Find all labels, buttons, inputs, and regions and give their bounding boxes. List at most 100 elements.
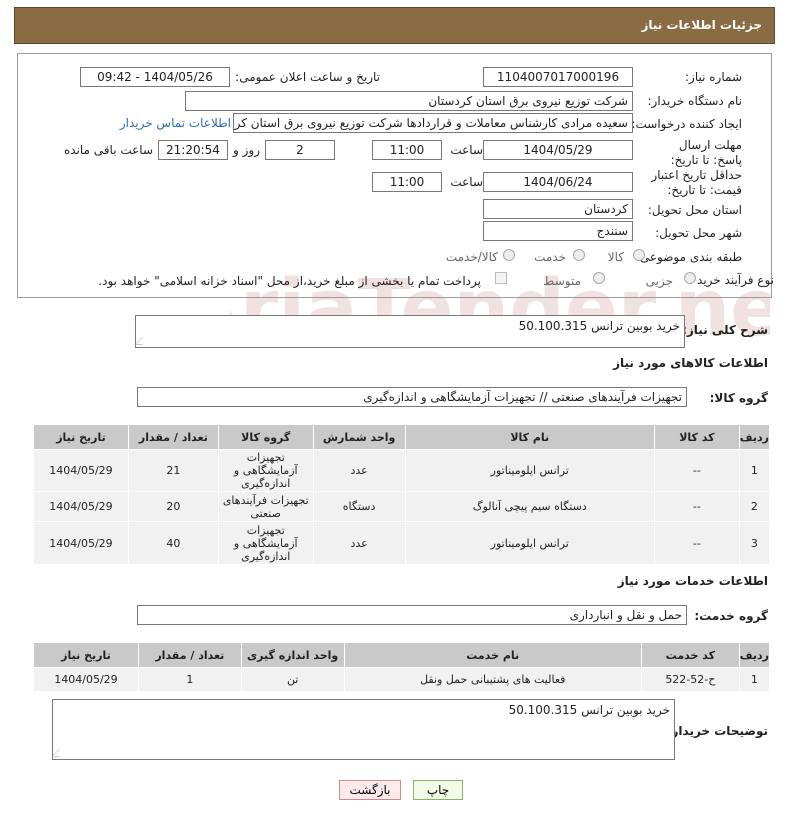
description-textarea: خرید بوبین ترانس 50.100.315 [134, 315, 685, 348]
col-quantity: تعداد / مقدار [137, 642, 242, 668]
category-radio-goods[interactable] [633, 249, 645, 261]
buyer-notes-text: خرید بوبین ترانس 50.100.315 [508, 703, 670, 717]
table-row: 3 -- ترانس ایلومیناتور عدد تجهیزات آزمای… [33, 521, 771, 565]
reply-deadline-label: مهلت ارسال پاسخ: تا تاریخ: [670, 138, 742, 167]
cell-need-date: 1404/05/29 [33, 491, 129, 522]
cell-goods-name: دستگاه سیم پیچی آنالوگ [404, 491, 655, 522]
resize-handle-icon[interactable] [134, 337, 150, 345]
cell-quantity: 40 [127, 521, 219, 565]
cell-unit: عدد [312, 449, 406, 492]
creator-field: سعیده مرادی کارشناس معاملات و قراردادها … [233, 113, 633, 133]
category-option-goods-service: کالا/خدمت [445, 250, 498, 264]
goods-section-title: اطلاعات کالاهای مورد نیاز [613, 356, 768, 370]
goods-table: ردیف کد کالا نام کالا واحد شمارش گروه کا… [33, 424, 771, 565]
category-option-goods: کالا [607, 250, 624, 264]
price-time-field: 11:00 [372, 172, 442, 192]
cell-goods-code: -- [653, 491, 740, 522]
payment-note: پرداخت تمام یا بخشی از مبلغ خرید،از محل … [98, 274, 481, 288]
resize-handle-icon[interactable] [51, 749, 67, 757]
price-date-field: 1404/06/24 [483, 172, 633, 192]
category-radio-service[interactable] [573, 249, 585, 261]
col-quantity: تعداد / مقدار [127, 424, 219, 450]
cell-goods-name: ترانس ایلومیناتور [404, 521, 655, 565]
cell-goods-code: -- [653, 521, 740, 565]
cell-unit: تن [240, 667, 345, 692]
process-option-medium: متوسط [543, 274, 581, 288]
page-title: جزئیات اطلاعات نیاز [641, 18, 762, 32]
need-number-label: شماره نیاز: [685, 70, 742, 84]
table-row: 1 ح-52-522 فعالیت های پشتیبانی حمل ونقل … [33, 667, 771, 692]
contact-buyer-link[interactable]: اطلاعات تماس خریدار [120, 116, 231, 130]
buyer-notes-label: توضیحات خریدار: [666, 724, 768, 738]
announce-label: تاریخ و ساعت اعلان عمومی: [235, 70, 380, 84]
col-service-code: کد خدمت [640, 642, 740, 668]
back-button[interactable]: بازگشت [339, 780, 401, 800]
process-option-minor: جزیی [645, 274, 673, 288]
buyer-org-label: نام دستگاه خریدار: [647, 94, 743, 108]
cell-unit: دستگاه [312, 491, 406, 522]
treasury-checkbox[interactable] [495, 272, 507, 284]
col-goods-code: کد کالا [653, 424, 740, 450]
buyer-notes-textarea: خرید بوبین ترانس 50.100.315 [51, 699, 675, 760]
col-unit: واحد شمارش [312, 424, 406, 450]
page-header: جزئیات اطلاعات نیاز [14, 7, 775, 44]
description-label: شرح کلی نیاز: [682, 323, 768, 337]
cell-goods-code: -- [653, 449, 740, 492]
services-group-field: حمل و نقل و انبارداری [137, 605, 687, 625]
province-label: استان محل تحویل: [647, 203, 742, 217]
col-goods-name: نام کالا [404, 424, 655, 450]
print-button[interactable]: چاپ [413, 780, 463, 800]
table-row: 1 -- ترانس ایلومیناتور عدد تجهیزات آزمای… [33, 449, 771, 492]
services-table-header: ردیف کد خدمت نام خدمت واحد اندازه گیری ت… [33, 642, 771, 668]
cell-row: 1 [738, 449, 771, 492]
city-label: شهر محل تحویل: [655, 226, 742, 240]
reply-time-label: ساعت [450, 143, 483, 157]
table-row: 2 -- دستگاه سیم پیچی آنالوگ دستگاه تجهیز… [33, 491, 771, 522]
cell-unit: عدد [312, 521, 406, 565]
cell-row: 2 [738, 491, 771, 522]
process-label: نوع فرآیند خرید : [689, 273, 774, 287]
description-text: خرید بوبین ترانس 50.100.315 [518, 319, 680, 333]
cell-service-name: فعالیت های پشتیبانی حمل ونقل [343, 667, 642, 692]
cell-goods-group: تجهیزات آزمایشگاهی و اندازه‌گیری [217, 449, 314, 492]
goods-table-header: ردیف کد کالا نام کالا واحد شمارش گروه کا… [33, 424, 771, 450]
days-field: 2 [265, 140, 335, 160]
cell-quantity: 21 [127, 449, 219, 492]
remaining-time-field: 21:20:54 [158, 140, 228, 160]
cell-need-date: 1404/05/29 [33, 449, 129, 492]
price-deadline-label: حداقل تاریخ اعتبار قیمت: تا تاریخ: [651, 168, 742, 197]
col-need-date: تاریخ نیاز [33, 642, 139, 668]
process-radio-medium[interactable] [593, 272, 605, 284]
goods-group-label: گروه کالا: [709, 391, 768, 405]
services-group-label: گروه خدمت: [694, 609, 768, 623]
col-service-name: نام خدمت [343, 642, 642, 668]
cell-row: 1 [738, 667, 771, 692]
cell-quantity: 1 [137, 667, 242, 692]
announce-field: 1404/05/26 - 09:42 [80, 67, 230, 87]
cell-need-date: 1404/05/29 [33, 521, 129, 565]
city-field: سنندج [483, 221, 633, 241]
cell-goods-group: تجهیزات فرآیندهای صنعتی [217, 491, 314, 522]
services-section-title: اطلاعات خدمات مورد نیاز [617, 574, 768, 588]
category-label: طبقه بندی موضوعی: [635, 250, 742, 264]
cell-service-code: ح-52-522 [640, 667, 740, 692]
remaining-label: ساعت باقی مانده [63, 143, 153, 157]
category-radio-goods-service[interactable] [503, 249, 515, 261]
col-row: ردیف [738, 424, 771, 450]
price-time-label: ساعت [450, 175, 483, 189]
cell-goods-group: تجهیزات آزمایشگاهی و اندازه‌گیری [217, 521, 314, 565]
col-unit: واحد اندازه گیری [240, 642, 345, 668]
col-row: ردیف [738, 642, 771, 668]
province-field: کردستان [483, 199, 633, 219]
need-number-field: 1104007017000196 [483, 67, 633, 87]
category-option-service: خدمت [534, 250, 566, 264]
goods-group-field: تجهیزات فرآیندهای صنعتی // تجهیزات آزمای… [137, 387, 687, 407]
days-label: روز و [233, 143, 260, 157]
creator-label: ایجاد کننده درخواست: [631, 117, 742, 131]
services-table: ردیف کد خدمت نام خدمت واحد اندازه گیری ت… [33, 642, 771, 692]
process-radio-minor[interactable] [684, 272, 696, 284]
cell-row: 3 [738, 521, 771, 565]
cell-goods-name: ترانس ایلومیناتور [404, 449, 655, 492]
reply-time-field: 11:00 [372, 140, 442, 160]
buyer-org-field: شرکت توزیع نیروی برق استان کردستان [185, 91, 633, 111]
